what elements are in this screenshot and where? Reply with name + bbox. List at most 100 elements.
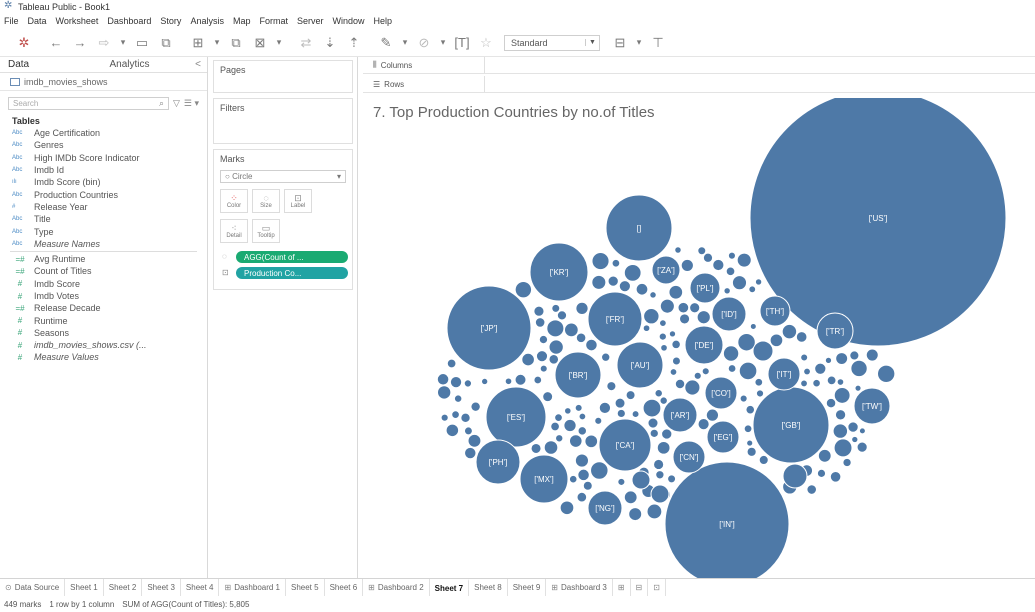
sheet-tab[interactable]: Sheet 3 <box>142 579 181 596</box>
bubble-mark[interactable] <box>769 333 784 348</box>
bubble-mark[interactable] <box>548 339 564 355</box>
bubble-mark[interactable] <box>736 252 752 268</box>
bubble-mark[interactable] <box>705 408 720 422</box>
bubble-mark[interactable] <box>463 379 473 388</box>
bubble-mark[interactable] <box>697 246 707 256</box>
view-options-icon[interactable]: ☰ ▾ <box>184 98 199 109</box>
bubble-mark[interactable] <box>833 438 853 458</box>
viz-canvas[interactable]: 7. Top Production Countries by no.of Tit… <box>363 98 1035 578</box>
measure-field[interactable]: # Seasons <box>0 327 207 339</box>
dimension-field[interactable]: Abc Age Certification <box>0 127 207 139</box>
bubble-mark[interactable] <box>606 381 617 392</box>
sheet-tab[interactable]: ⊞ Dashboard 2 <box>363 579 430 596</box>
show-mark-labels-icon[interactable]: [T] <box>450 32 474 54</box>
bubble-mark[interactable] <box>671 339 681 350</box>
tooltip-button[interactable]: ▭ Tooltip <box>252 219 280 243</box>
menu-dashboard[interactable]: Dashboard <box>107 16 151 26</box>
show-cards-icon[interactable]: ⊟ <box>608 32 632 54</box>
bubble-mark[interactable] <box>849 350 860 361</box>
bubble-mark[interactable] <box>850 359 868 378</box>
bubble-mark[interactable] <box>722 345 740 362</box>
chevron-down-icon[interactable]: ▾ <box>436 32 450 54</box>
bubble-mark[interactable] <box>504 377 513 386</box>
sheet-tab[interactable]: ⊞ Dashboard 1 <box>219 579 286 596</box>
bubble-mark[interactable] <box>556 310 568 321</box>
bubble-mark[interactable] <box>555 434 564 443</box>
bubble-mark[interactable] <box>659 396 668 405</box>
menu-map[interactable]: Map <box>233 16 251 26</box>
bubble-mark[interactable] <box>689 302 701 314</box>
filters-card[interactable]: Filters <box>213 98 353 144</box>
bubble-mark[interactable] <box>743 424 753 434</box>
sheet-tab[interactable]: Sheet 8 <box>469 579 508 596</box>
bubble-mark[interactable] <box>851 435 859 444</box>
menu-file[interactable]: File <box>4 16 19 26</box>
bubble-mark[interactable] <box>674 378 686 390</box>
bubble-mark[interactable] <box>601 352 611 362</box>
bubble-mark[interactable] <box>659 298 675 314</box>
bubble-mark[interactable] <box>578 412 587 421</box>
redo-icon[interactable]: → <box>68 32 92 54</box>
dimension-field[interactable]: # Release Year <box>0 201 207 213</box>
sheet-tab[interactable]: ⊞ Dashboard 3 <box>546 579 613 596</box>
bubble-mark[interactable] <box>568 434 583 448</box>
collapse-pane-icon[interactable]: < <box>189 59 207 70</box>
bubble-mark[interactable] <box>684 379 701 396</box>
filter-icon[interactable]: ▽ <box>173 98 180 109</box>
bubble-mark[interactable] <box>712 258 725 272</box>
bubble-mark[interactable] <box>795 331 808 343</box>
bubble-mark[interactable] <box>643 307 660 325</box>
bubble-mark[interactable] <box>577 426 587 436</box>
bubble-mark[interactable] <box>745 404 756 415</box>
bubble-mark[interactable] <box>582 480 593 491</box>
bubble-mark[interactable] <box>585 338 598 352</box>
bubble-mark[interactable] <box>563 418 577 433</box>
save-icon[interactable]: ▭ <box>130 32 154 54</box>
bubble-mark[interactable] <box>611 258 621 268</box>
menu-story[interactable]: Story <box>160 16 181 26</box>
bubble-mark[interactable] <box>577 468 590 482</box>
chevron-down-icon[interactable]: ▾ <box>210 32 224 54</box>
bubble-mark[interactable] <box>667 474 677 484</box>
chevron-down-icon[interactable]: ▾ <box>632 32 646 54</box>
bubble-mark[interactable] <box>538 334 549 345</box>
bubble-mark[interactable] <box>754 377 764 387</box>
bubble-mark[interactable] <box>445 423 460 438</box>
bubble-mark[interactable] <box>607 275 619 287</box>
undo-icon[interactable]: ← <box>44 32 68 54</box>
tab-data[interactable]: Data <box>0 59 88 70</box>
menu-analysis[interactable]: Analysis <box>190 16 224 26</box>
bubble-mark[interactable] <box>650 484 670 504</box>
bubble-mark[interactable] <box>655 470 665 480</box>
bubble-mark[interactable] <box>754 278 763 286</box>
sort-ascending-icon[interactable]: ⇣ <box>318 32 342 54</box>
menu-format[interactable]: Format <box>259 16 288 26</box>
bubble-mark[interactable] <box>574 453 589 468</box>
bubble-mark[interactable] <box>649 428 659 438</box>
highlight-icon[interactable]: ✎ <box>374 32 398 54</box>
columns-shelf[interactable]: ⫼ Columns <box>363 57 1035 74</box>
bubble-mark[interactable] <box>739 394 748 403</box>
bubble-mark[interactable] <box>539 364 548 373</box>
bubble-mark[interactable] <box>535 350 549 363</box>
bubble-mark[interactable] <box>594 416 603 425</box>
bubble-mark[interactable] <box>803 367 811 376</box>
bubble-mark[interactable] <box>668 330 677 338</box>
replay-icon[interactable]: ⇨ <box>92 32 116 54</box>
bubble-mark[interactable] <box>755 389 765 398</box>
bubble-mark[interactable] <box>574 403 583 412</box>
bubble-mark[interactable] <box>591 274 607 290</box>
bubble-mark[interactable] <box>814 362 827 375</box>
bubble-mark[interactable] <box>470 401 481 412</box>
bubble-mark[interactable] <box>646 503 663 520</box>
dimension-field[interactable]: Abc Imdb Id <box>0 164 207 176</box>
bubble-mark[interactable] <box>812 378 821 388</box>
bubble-mark[interactable] <box>727 251 736 260</box>
rows-shelf[interactable]: ☰ Rows <box>363 76 1035 93</box>
label-button[interactable]: ⊡ Label <box>284 189 312 213</box>
bubble-mark[interactable] <box>752 340 774 362</box>
bubble-mark[interactable] <box>584 434 599 449</box>
dimension-field[interactable]: Abc Production Countries <box>0 188 207 200</box>
dimension-field[interactable]: Abc Genres <box>0 139 207 151</box>
bubble-mark[interactable] <box>877 364 896 383</box>
